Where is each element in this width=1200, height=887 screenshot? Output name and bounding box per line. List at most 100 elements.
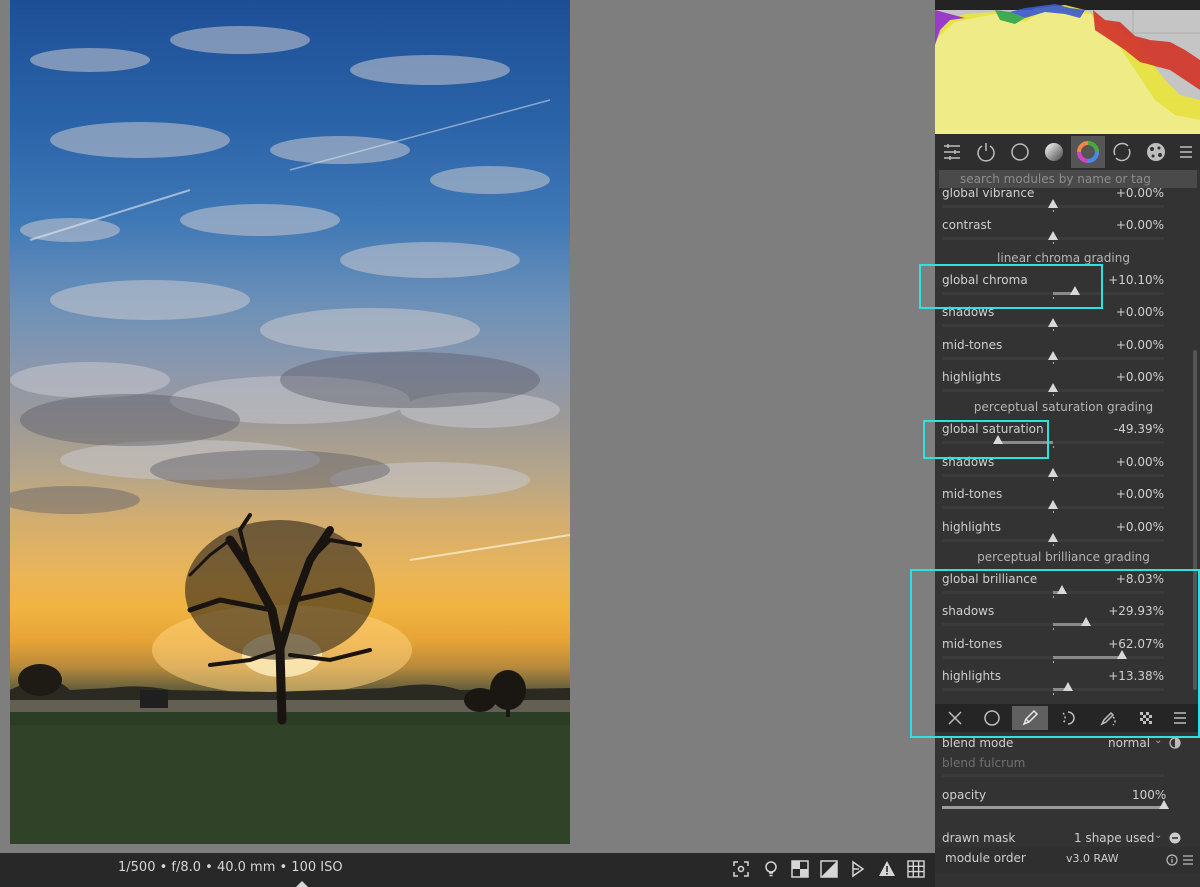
section-title: perceptual brilliance grading bbox=[977, 550, 1150, 564]
slider-track[interactable] bbox=[942, 532, 1164, 546]
slider-track[interactable] bbox=[942, 231, 1164, 245]
module-search-input[interactable] bbox=[939, 170, 1197, 188]
remove-mask-icon[interactable] bbox=[1169, 832, 1181, 844]
slider-track[interactable] bbox=[942, 199, 1164, 212]
slider-shadows[interactable]: shadows +0.00% bbox=[942, 305, 1172, 335]
raw-overexposed-icon[interactable] bbox=[847, 858, 869, 880]
correct-group-icon[interactable] bbox=[1105, 136, 1139, 168]
slider-thumb[interactable] bbox=[1048, 231, 1058, 241]
slider-thumb[interactable] bbox=[1116, 649, 1127, 659]
drawn-mask-icon[interactable] bbox=[1012, 706, 1048, 730]
active-modules-icon[interactable] bbox=[969, 136, 1003, 168]
blend-mode-dropdown[interactable]: normal bbox=[1108, 736, 1150, 750]
slider-thumb[interactable] bbox=[1056, 585, 1067, 594]
drawn-mask-shapes[interactable]: 1 shape used bbox=[1074, 831, 1154, 845]
slider-thumb[interactable] bbox=[1048, 500, 1058, 510]
slider-track[interactable] bbox=[942, 350, 1164, 364]
slider-track[interactable] bbox=[942, 467, 1164, 481]
slider-label: global brilliance bbox=[942, 572, 1038, 586]
opacity-slider[interactable] bbox=[942, 800, 1169, 809]
softproof-icon[interactable] bbox=[789, 858, 811, 880]
slider-shadows[interactable]: shadows +0.00% bbox=[942, 455, 1172, 485]
histogram[interactable] bbox=[935, 0, 1200, 134]
color-group-icon[interactable] bbox=[1071, 136, 1105, 168]
slider-track[interactable] bbox=[942, 435, 1164, 449]
drawn-parametric-mask-icon[interactable] bbox=[1091, 706, 1127, 730]
slider-track[interactable] bbox=[942, 585, 1164, 598]
parametric-mask-icon[interactable] bbox=[1050, 706, 1086, 730]
slider-zero-mark bbox=[1053, 693, 1054, 696]
slider-global-vibrance[interactable]: global vibrance +0.00% bbox=[942, 188, 1172, 216]
clipping-warning-icon[interactable] bbox=[876, 858, 898, 880]
slider-global-saturation[interactable]: global saturation -49.39% bbox=[942, 422, 1172, 452]
slider-mid-tones[interactable]: mid-tones +0.00% bbox=[942, 338, 1172, 368]
slider-thumb[interactable] bbox=[1081, 617, 1092, 627]
slider-zero-mark bbox=[1053, 446, 1054, 449]
slider-mid-tones[interactable]: mid-tones +0.00% bbox=[942, 487, 1172, 517]
slider-highlights[interactable]: highlights +0.00% bbox=[942, 520, 1172, 550]
slider-thumb[interactable] bbox=[1048, 467, 1058, 477]
slider-track[interactable] bbox=[942, 682, 1164, 696]
slider-value: +0.00% bbox=[1115, 218, 1164, 233]
color-assessment-icon[interactable] bbox=[760, 858, 782, 880]
slider-highlights[interactable]: highlights +0.00% bbox=[942, 370, 1172, 400]
chevron-down-icon[interactable]: ⌄ bbox=[1154, 830, 1162, 841]
info-icon[interactable] bbox=[1166, 854, 1178, 866]
photo-preview[interactable] bbox=[10, 0, 570, 844]
slider-track[interactable] bbox=[942, 318, 1164, 332]
slider-thumb[interactable] bbox=[993, 435, 1004, 445]
slider-zero-mark bbox=[1053, 242, 1054, 245]
color-balance-rgb-module: global vibrance +0.00% contrast +0.00% linea… bbox=[935, 188, 1200, 703]
opacity-label: opacity bbox=[942, 788, 987, 802]
slider-highlights[interactable]: highlights +13.38% bbox=[942, 669, 1172, 699]
slider-zero-mark bbox=[1053, 329, 1054, 332]
quick-access-icon[interactable] bbox=[935, 136, 969, 168]
slider-thumb[interactable] bbox=[1070, 285, 1081, 295]
slider-thumb[interactable] bbox=[1062, 682, 1073, 692]
filmstrip-toggle-icon[interactable] bbox=[296, 881, 308, 887]
module-order-menu-icon[interactable] bbox=[1182, 854, 1194, 866]
slider-thumb[interactable] bbox=[1048, 350, 1058, 360]
blend-reverse-icon[interactable] bbox=[1169, 737, 1181, 749]
slider-track[interactable] bbox=[942, 500, 1164, 514]
blend-fulcrum-label: blend fulcrum bbox=[942, 756, 1026, 770]
tone-group-icon[interactable] bbox=[1037, 136, 1071, 168]
slider-label: shadows bbox=[942, 454, 995, 469]
blend-fulcrum-slider[interactable] bbox=[942, 774, 1164, 777]
panel-scrollbar[interactable] bbox=[1193, 350, 1197, 690]
slider-contrast[interactable]: contrast +0.00% bbox=[942, 218, 1172, 248]
slider-value: +29.93% bbox=[1108, 604, 1164, 619]
chevron-down-icon[interactable]: ⌄ bbox=[1154, 735, 1162, 746]
slider-thumb[interactable] bbox=[1048, 318, 1058, 328]
opacity-slider-thumb[interactable] bbox=[1159, 800, 1169, 809]
slider-label: shadows bbox=[942, 305, 995, 320]
slider-thumb[interactable] bbox=[1048, 199, 1058, 208]
slider-track[interactable] bbox=[942, 617, 1164, 631]
slider-shadows[interactable]: shadows +29.93% bbox=[942, 604, 1172, 634]
slider-zero-mark bbox=[1053, 511, 1054, 514]
slider-thumb[interactable] bbox=[1048, 532, 1058, 542]
slider-mid-tones[interactable]: mid-tones +62.07% bbox=[942, 637, 1172, 667]
photo-drawing bbox=[10, 26, 570, 844]
image-center-view[interactable] bbox=[0, 0, 935, 853]
module-order-label: module order bbox=[945, 851, 1026, 865]
slider-track[interactable] bbox=[942, 649, 1164, 663]
focus-peaking-icon[interactable] bbox=[730, 858, 752, 880]
uniform-blend-icon[interactable] bbox=[974, 706, 1010, 730]
slider-track[interactable] bbox=[942, 285, 1164, 299]
presets-menu-icon[interactable] bbox=[1173, 136, 1199, 168]
drawn-mask-label: drawn mask bbox=[942, 831, 1016, 845]
raster-mask-icon[interactable] bbox=[1128, 706, 1164, 730]
guides-icon[interactable] bbox=[905, 858, 927, 880]
slider-global-chroma[interactable]: global chroma +10.10% bbox=[942, 273, 1172, 303]
slider-track[interactable] bbox=[942, 383, 1164, 396]
base-group-icon[interactable] bbox=[1003, 136, 1037, 168]
module-order-value[interactable]: v3.0 RAW bbox=[1066, 852, 1119, 865]
blend-off-icon[interactable] bbox=[937, 706, 973, 730]
slider-thumb[interactable] bbox=[1048, 383, 1058, 392]
gamut-check-icon[interactable] bbox=[818, 858, 840, 880]
slider-global-brilliance[interactable]: global brilliance +8.03% bbox=[942, 572, 1172, 602]
effect-group-icon[interactable] bbox=[1139, 136, 1173, 168]
blend-menu-icon[interactable] bbox=[1162, 706, 1198, 730]
slider-zero-mark bbox=[1053, 543, 1054, 546]
